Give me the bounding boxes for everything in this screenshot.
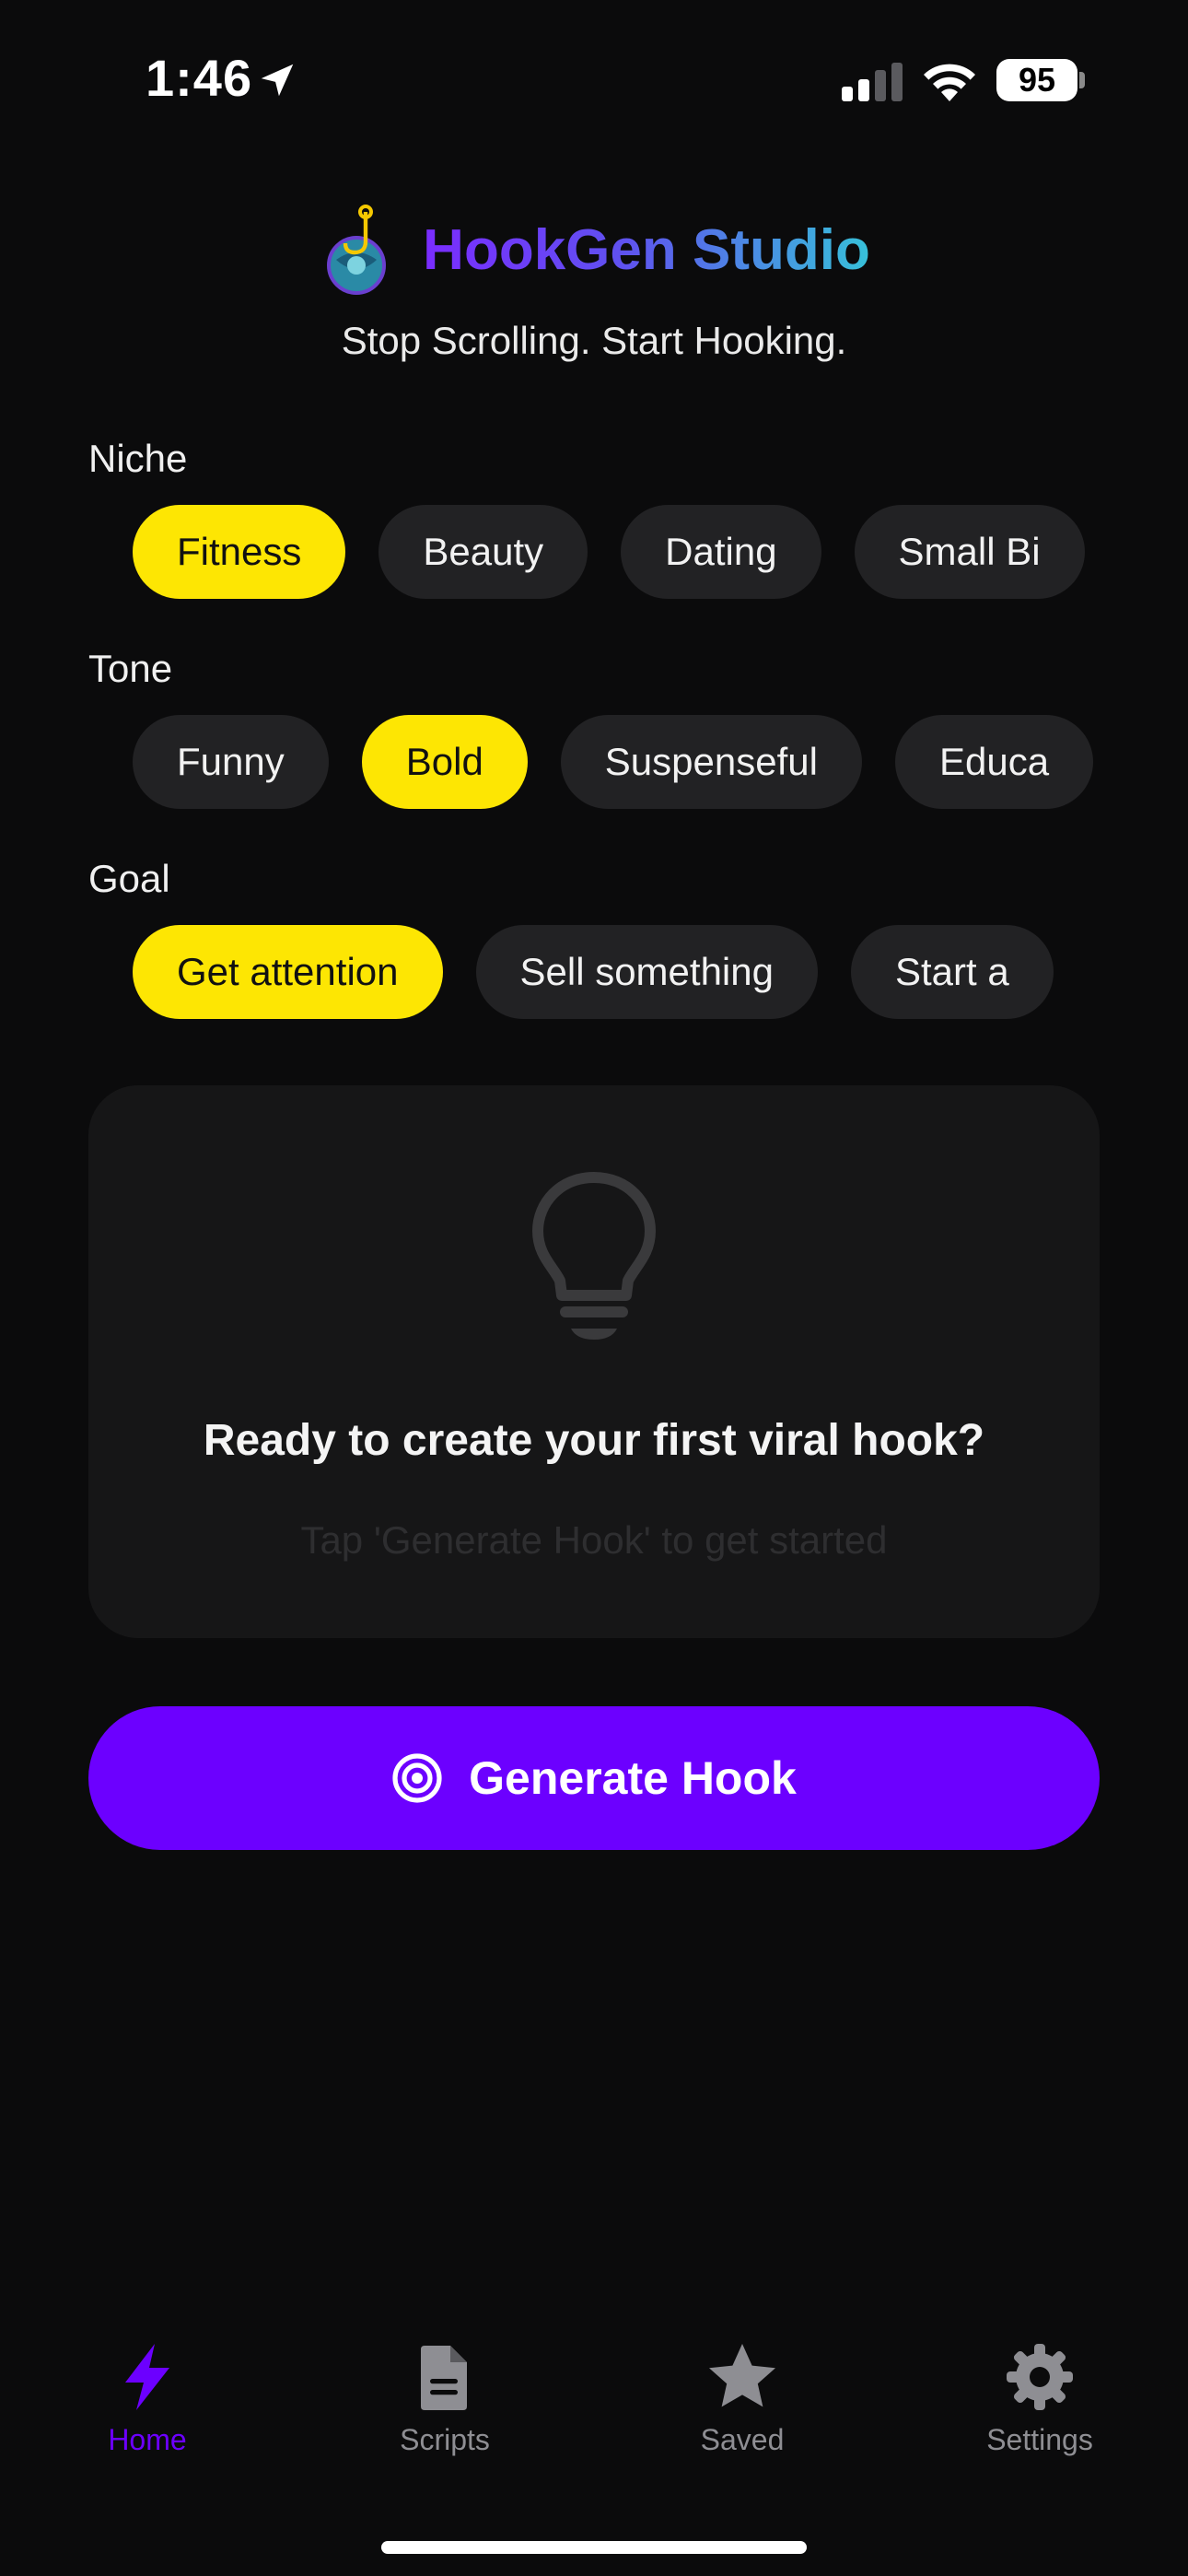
goal-chip-start-a[interactable]: Start a (850, 925, 1054, 1019)
tone-label: Tone (88, 647, 173, 690)
tone-chip-row[interactable]: Funny Bold Suspenseful Educa (88, 715, 1100, 811)
tab-saved[interactable]: Saved (632, 2340, 853, 2457)
generate-hook-button[interactable]: Generate Hook (88, 1706, 1100, 1850)
tone-chip-educational[interactable]: Educa (894, 715, 1094, 809)
status-time: 1:46 (146, 49, 253, 107)
star-icon (709, 2344, 775, 2407)
target-icon (392, 1753, 442, 1803)
battery-indicator: 95 (996, 59, 1077, 101)
app-brand: HookGen Studio (0, 205, 1188, 295)
niche-chip-fitness[interactable]: Fitness (133, 505, 346, 599)
tab-settings-label: Settings (986, 2423, 1093, 2456)
empty-state-card: Ready to create your first viral hook? T… (88, 1085, 1100, 1638)
wifi-icon (924, 64, 975, 101)
niche-chip-row[interactable]: Fitness Beauty Dating Small Bi (88, 505, 1100, 601)
goal-label: Goal (88, 857, 170, 900)
tab-home[interactable]: Home (37, 2340, 258, 2457)
tab-home-label: Home (108, 2423, 187, 2456)
cellular-signal-icon (842, 63, 903, 101)
tab-scripts[interactable]: Scripts (334, 2340, 555, 2457)
tone-chip-funny[interactable]: Funny (133, 715, 329, 809)
niche-label: Niche (88, 437, 188, 480)
battery-nub (1079, 72, 1085, 88)
tab-settings[interactable]: Settings (929, 2340, 1150, 2457)
niche-chip-small-business[interactable]: Small Bi (854, 505, 1085, 599)
goal-chip-sell-something[interactable]: Sell something (475, 925, 818, 1019)
tone-chip-suspenseful[interactable]: Suspenseful (560, 715, 862, 809)
app-title: HookGen Studio (423, 217, 870, 282)
home-indicator (381, 2541, 807, 2554)
tab-saved-label: Saved (700, 2423, 785, 2456)
app-logo-icon (327, 205, 387, 295)
bolt-icon (125, 2344, 169, 2410)
goal-chip-get-attention[interactable]: Get attention (133, 925, 443, 1019)
gear-icon (1007, 2344, 1073, 2410)
location-arrow-icon (261, 64, 294, 97)
status-bar: 1:46 95 (0, 0, 1188, 157)
niche-chip-dating[interactable]: Dating (621, 505, 821, 599)
niche-chip-beauty[interactable]: Beauty (379, 505, 588, 599)
goal-chip-row[interactable]: Get attention Sell something Start a (88, 925, 1100, 1021)
tab-scripts-label: Scripts (400, 2423, 490, 2456)
tone-chip-bold[interactable]: Bold (361, 715, 528, 809)
lightbulb-icon (532, 1172, 656, 1340)
document-icon (421, 2346, 467, 2410)
tab-bar: Home Scripts Saved Settings (0, 2340, 1188, 2488)
empty-state-subtitle: Tap 'Generate Hook' to get started (300, 1518, 888, 1562)
app-tagline: Stop Scrolling. Start Hooking. (341, 319, 847, 362)
generate-hook-label: Generate Hook (469, 1752, 797, 1804)
empty-state-title: Ready to create your first viral hook? (203, 1416, 985, 1465)
